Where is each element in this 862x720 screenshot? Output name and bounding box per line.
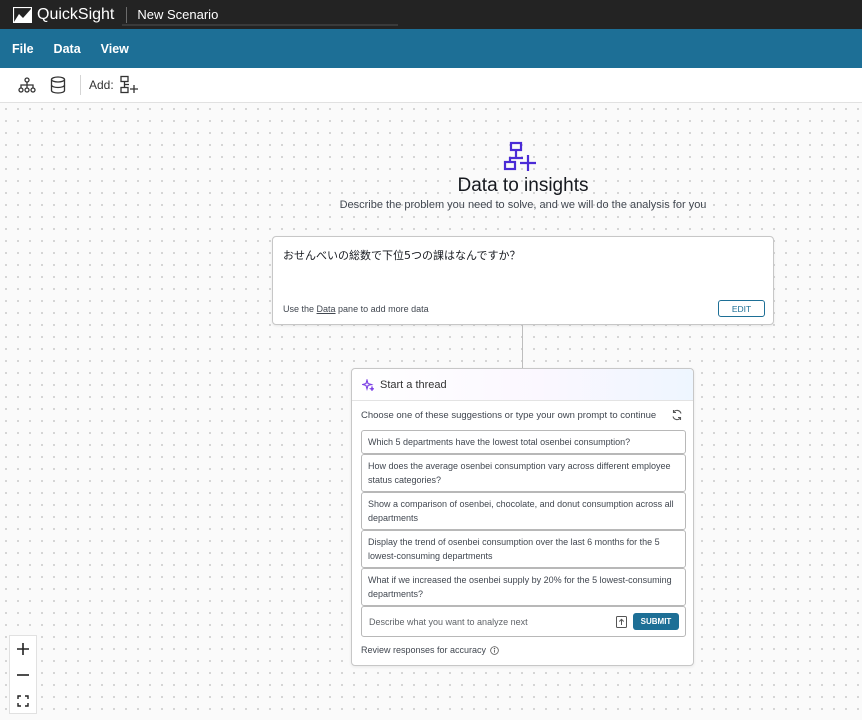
thread-card: Start a thread Choose one of these sugge… <box>351 368 694 666</box>
scenario-title[interactable]: New Scenario <box>137 7 218 22</box>
refresh-icon[interactable] <box>671 409 683 421</box>
top-bar: QuickSight New Scenario <box>0 0 862 29</box>
app-name: QuickSight <box>37 5 115 23</box>
upload-icon[interactable] <box>616 616 627 628</box>
review-text: Review responses for accuracy <box>361 645 487 655</box>
edit-button[interactable]: EDIT <box>718 300 765 317</box>
suggestion-1[interactable]: Which 5 departments have the lowest tota… <box>361 430 686 454</box>
thread-header: Start a thread <box>352 369 693 401</box>
database-icon <box>50 76 66 94</box>
plus-icon <box>17 643 29 655</box>
database-button[interactable] <box>47 74 69 96</box>
thread-title: Start a thread <box>380 378 447 391</box>
menu-data[interactable]: Data <box>54 42 81 56</box>
suggestion-5[interactable]: What if we increased the osenbei supply … <box>361 568 686 606</box>
quicksight-logo-icon <box>13 6 32 23</box>
menu-view[interactable]: View <box>101 42 129 56</box>
suggestion-4[interactable]: Display the trend of osenbei consumption… <box>361 530 686 568</box>
add-node-icon <box>120 75 138 94</box>
hero-title: Data to insights <box>457 175 589 196</box>
toolbar-divider <box>80 75 81 95</box>
sparkle-icon <box>362 378 374 391</box>
suggestions-label: Choose one of these suggestions or type … <box>361 410 657 421</box>
add-label: Add: <box>89 78 114 92</box>
hero-subtitle: Describe the problem you need to solve, … <box>339 199 707 211</box>
menu-bar: File Data View <box>0 29 862 68</box>
data-pane-link[interactable]: Data <box>317 304 336 314</box>
review-note: Review responses for accuracy <box>361 645 499 655</box>
hierarchy-button[interactable] <box>16 74 38 96</box>
fit-view-button[interactable] <box>10 688 36 714</box>
prompt-card: おせんべいの総数で下位5つの課はなんですか？ Use the Data pane… <box>272 236 774 325</box>
info-icon[interactable] <box>490 645 499 655</box>
data-to-insights-icon <box>503 141 536 171</box>
add-visual-button[interactable] <box>118 74 140 96</box>
prompt-text: おせんべいの総数で下位5つの課はなんですか？ <box>283 249 521 262</box>
zoom-out-button[interactable] <box>10 662 36 688</box>
data-pane-hint: Use the Data pane to add more data <box>283 304 429 314</box>
ask-input[interactable]: Describe what you want to analyze next S… <box>361 606 686 637</box>
submit-button[interactable]: SUBMIT <box>633 613 679 630</box>
zoom-in-button[interactable] <box>10 636 36 662</box>
suggestion-2[interactable]: How does the average osenbei consumption… <box>361 454 686 492</box>
fit-view-icon <box>17 695 29 707</box>
minus-icon <box>17 674 29 676</box>
toolbar: Add: <box>0 68 862 103</box>
zoom-controls <box>9 635 37 714</box>
hint-prefix: Use the <box>283 304 317 314</box>
ask-placeholder: Describe what you want to analyze next <box>369 617 528 627</box>
connector-line <box>522 325 523 369</box>
title-underline <box>122 24 398 26</box>
suggestion-3[interactable]: Show a comparison of osenbei, chocolate,… <box>361 492 686 530</box>
menu-file[interactable]: File <box>12 42 34 56</box>
quicksight-logo[interactable]: QuickSight <box>13 6 114 24</box>
top-divider <box>126 6 128 23</box>
hierarchy-icon <box>18 77 36 93</box>
hint-suffix: pane to add more data <box>335 304 429 314</box>
